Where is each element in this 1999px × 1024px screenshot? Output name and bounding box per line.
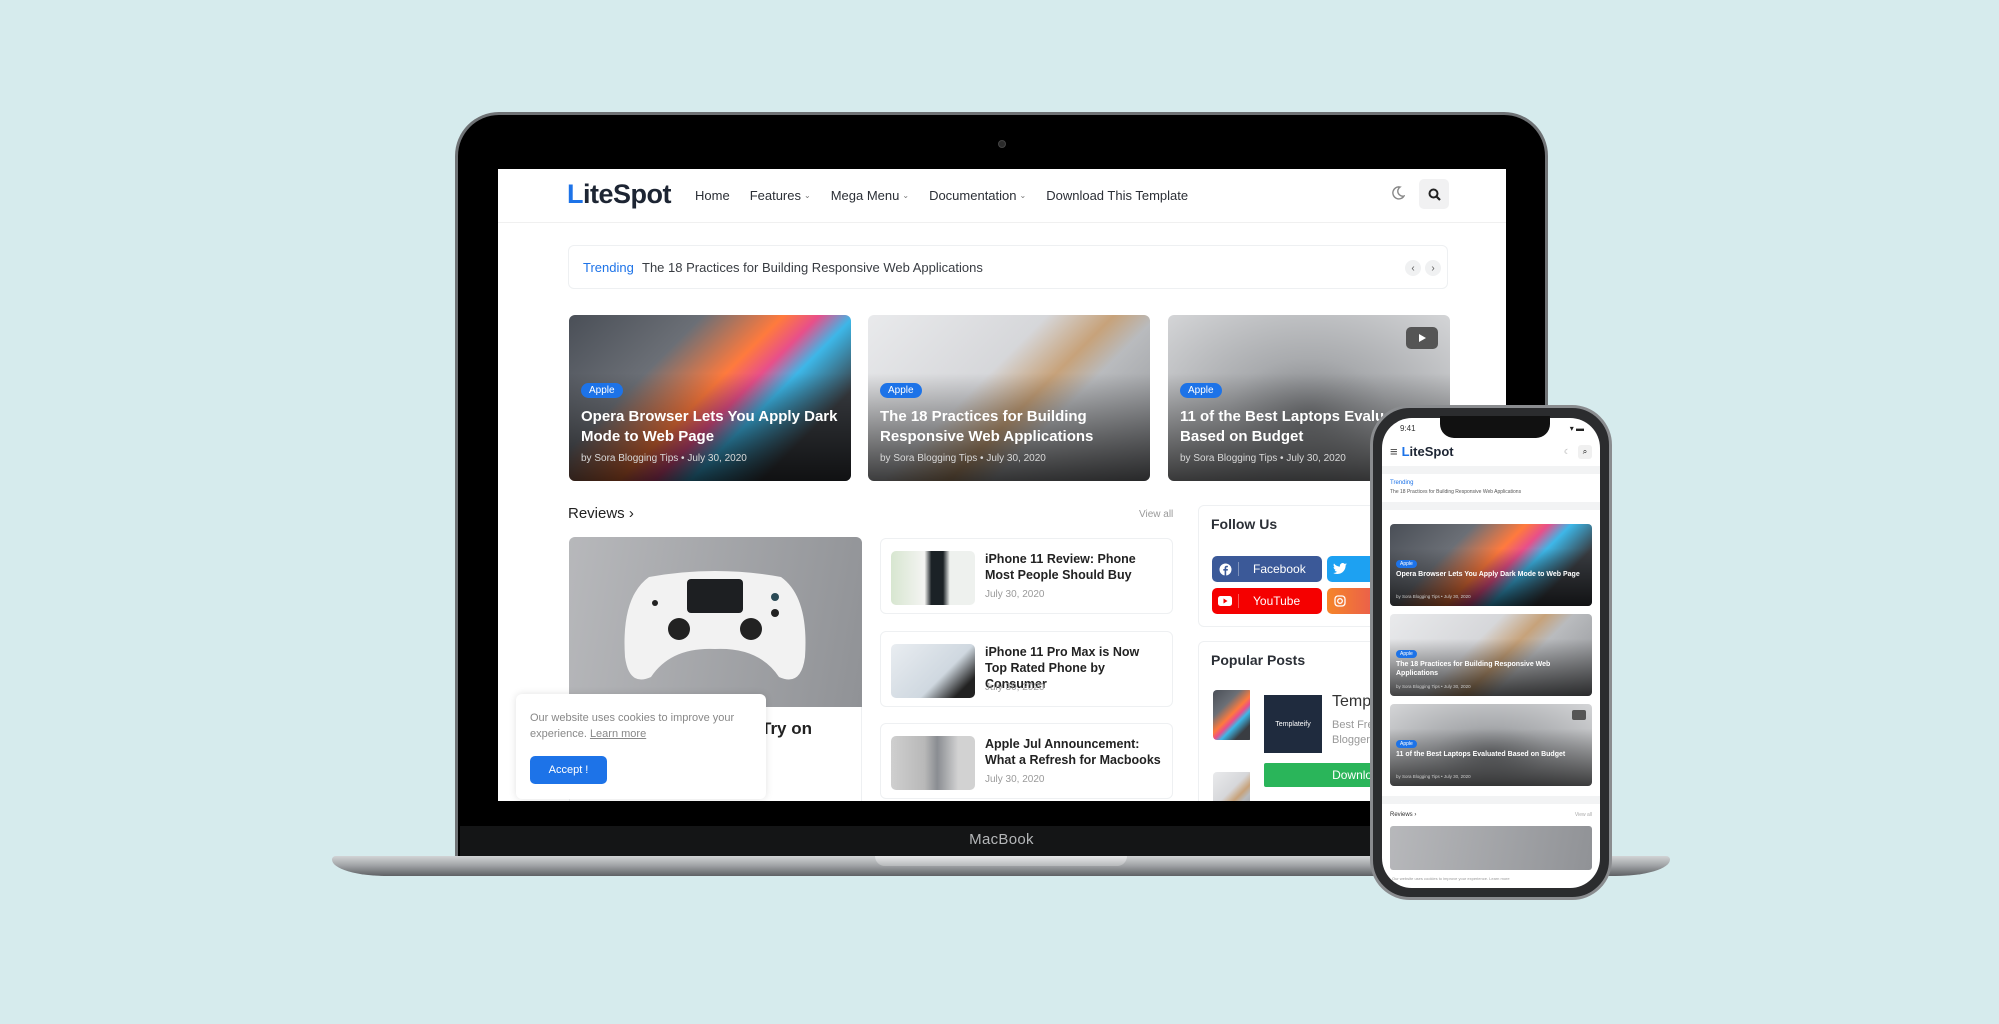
phone-reviews-heading[interactable]: Reviews › xyxy=(1390,812,1416,818)
review-thumbnail[interactable] xyxy=(891,644,975,698)
search-icon[interactable]: ⌕ xyxy=(1578,445,1592,459)
phone-featured-card[interactable]: Apple The 18 Practices for Building Resp… xyxy=(1390,614,1592,696)
featured-meta: by Sora Blogging Tips • July 30, 2020 xyxy=(880,453,1046,464)
trending-label: Trending xyxy=(583,260,634,275)
review-date: July 30, 2020 xyxy=(985,589,1045,600)
popular-post-thumbnail[interactable] xyxy=(1213,690,1253,740)
site-logo[interactable]: LiteSpot xyxy=(567,179,672,210)
category-badge[interactable]: Apple xyxy=(581,383,623,398)
youtube-button[interactable]: YouTube xyxy=(1212,588,1322,614)
review-title[interactable]: iPhone 11 Review: Phone Most People Shou… xyxy=(985,551,1164,583)
featured-meta: by Sora Blogging Tips • July 30, 2020 xyxy=(581,453,747,464)
main-nav: Home Features ⌄ Mega Menu ⌄ Documentation ⌄… xyxy=(695,188,1188,203)
gamepad-icon xyxy=(624,571,806,680)
category-badge[interactable]: Apple xyxy=(1180,383,1222,398)
twitter-icon xyxy=(1327,563,1353,575)
nav-download-template[interactable]: Download This Template xyxy=(1046,188,1188,203)
review-item[interactable]: Apple Jul Announcement: What a Refresh f… xyxy=(880,723,1173,799)
featured-title[interactable]: The 18 Practices for Building Responsive… xyxy=(880,407,1138,447)
popular-posts-heading: Popular Posts xyxy=(1211,652,1306,668)
phone-trending-text[interactable]: The 18 Practices for Building Responsive… xyxy=(1390,489,1521,495)
laptop-screen: LiteSpot Home Features ⌄ Mega Menu ⌄ Docum… xyxy=(498,169,1506,801)
search-button[interactable] xyxy=(1419,179,1449,209)
play-icon xyxy=(1406,327,1438,349)
review-item[interactable]: iPhone 11 Review: Phone Most People Shou… xyxy=(880,538,1173,614)
accept-cookies-button[interactable]: Accept ! xyxy=(530,756,607,784)
play-icon xyxy=(1572,710,1586,720)
phone-cookie-text: Our website uses cookies to improve your… xyxy=(1392,876,1510,881)
phone-notch xyxy=(1440,416,1550,438)
hamburger-menu-icon[interactable]: ≡ xyxy=(1390,444,1398,459)
phone-screen: 9:41 ▾ ▬ ≡ LiteSpot ☾ ⌕ Trending The 18 P… xyxy=(1382,418,1600,888)
featured-card[interactable]: Apple The 18 Practices for Building Resp… xyxy=(868,315,1150,481)
facebook-button[interactable]: Facebook xyxy=(1212,556,1322,582)
nav-mega-menu[interactable]: Mega Menu ⌄ xyxy=(831,188,909,203)
trending-prev-button[interactable]: ‹ xyxy=(1405,260,1421,276)
trending-link[interactable]: The 18 Practices for Building Responsive… xyxy=(642,260,983,275)
moon-icon[interactable] xyxy=(1391,186,1407,202)
phone-trending-label: Trending xyxy=(1390,480,1414,486)
review-item[interactable]: iPhone 11 Pro Max is Now Top Rated Phone… xyxy=(880,631,1173,707)
featured-title[interactable]: Opera Browser Lets You Apply Dark Mode t… xyxy=(581,407,839,447)
review-date: July 30, 2020 xyxy=(985,774,1045,785)
youtube-icon xyxy=(1212,596,1238,606)
follow-us-heading: Follow Us xyxy=(1211,516,1278,532)
chevron-down-icon: ⌄ xyxy=(804,191,811,200)
controller-image[interactable] xyxy=(569,537,862,707)
trending-next-button[interactable]: › xyxy=(1425,260,1441,276)
laptop-hinge-notch xyxy=(875,856,1127,866)
featured-meta: by Sora Blogging Tips • July 30, 2020 xyxy=(1180,453,1346,464)
facebook-icon xyxy=(1212,563,1238,576)
review-date: July 30, 2020 xyxy=(985,682,1045,693)
category-badge[interactable]: Apple xyxy=(880,383,922,398)
review-thumbnail[interactable] xyxy=(891,736,975,790)
search-icon xyxy=(1428,188,1441,201)
view-all-link[interactable]: View all xyxy=(1139,509,1173,520)
nav-documentation[interactable]: Documentation ⌄ xyxy=(929,188,1026,203)
instagram-icon xyxy=(1327,595,1353,607)
cookie-banner: Our website uses cookies to improve your… xyxy=(516,694,766,799)
chevron-down-icon: ⌄ xyxy=(1019,191,1027,200)
popular-post-thumbnail[interactable] xyxy=(1213,772,1253,801)
moon-icon[interactable]: ☾ xyxy=(1564,448,1570,456)
trending-bar: Trending The 18 Practices for Building R… xyxy=(568,245,1448,289)
phone-view-all-link[interactable]: View all xyxy=(1575,812,1592,818)
review-main-title[interactable]: Try on xyxy=(761,719,812,739)
chevron-down-icon: ⌄ xyxy=(902,191,910,200)
templateify-logo: Templateify xyxy=(1264,695,1322,753)
phone-controller-image[interactable] xyxy=(1390,826,1592,870)
reviews-heading[interactable]: Reviews › xyxy=(568,505,634,522)
review-thumbnail[interactable] xyxy=(891,551,975,605)
phone-site-logo[interactable]: ≡ LiteSpot xyxy=(1390,444,1454,459)
nav-home[interactable]: Home xyxy=(695,188,730,203)
phone-featured-card[interactable]: Apple Opera Browser Lets You Apply Dark … xyxy=(1390,524,1592,606)
site-header: LiteSpot Home Features ⌄ Mega Menu ⌄ Docum… xyxy=(498,169,1506,223)
featured-card[interactable]: Apple Opera Browser Lets You Apply Dark … xyxy=(569,315,851,481)
ad-title: Templ xyxy=(1332,693,1375,710)
phone-clock: 9:41 xyxy=(1400,424,1416,433)
battery-icon: ▾ ▬ xyxy=(1569,424,1584,433)
nav-features[interactable]: Features ⌄ xyxy=(750,188,811,203)
webcam-icon xyxy=(998,140,1006,148)
phone-featured-card[interactable]: Apple 11 of the Best Laptops Evaluated B… xyxy=(1390,704,1592,786)
review-title[interactable]: Apple Jul Announcement: What a Refresh f… xyxy=(985,736,1164,768)
learn-more-link[interactable]: Learn more xyxy=(590,728,646,740)
cookie-text: Our website uses cookies to improve your… xyxy=(530,712,735,740)
